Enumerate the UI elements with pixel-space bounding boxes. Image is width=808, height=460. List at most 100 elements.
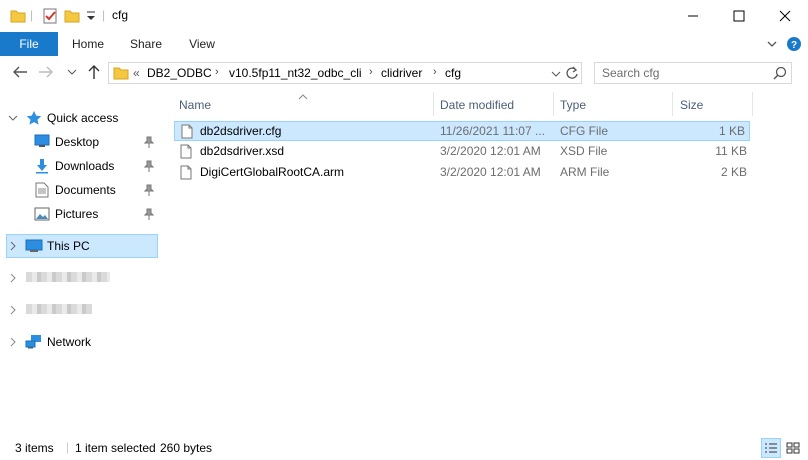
details-view-button[interactable] xyxy=(761,438,781,458)
computer-icon xyxy=(25,239,43,256)
column-header-date[interactable]: Date modified xyxy=(440,94,514,116)
refresh-icon[interactable] xyxy=(565,66,579,83)
back-button[interactable] xyxy=(10,62,30,82)
pictures-icon xyxy=(34,207,50,224)
column-divider[interactable] xyxy=(752,92,753,116)
status-selection: 1 item selected xyxy=(75,441,156,455)
column-divider[interactable] xyxy=(553,92,554,116)
column-header-name[interactable]: Name xyxy=(179,94,211,116)
breadcrumb-cfg[interactable]: cfg xyxy=(445,66,461,80)
nav-item-documents[interactable]: Documents xyxy=(55,179,116,201)
address-bar[interactable]: « DB2_ODBC › v10.5fp11_nt32_odbc_cli › c… xyxy=(108,62,582,84)
tab-share[interactable]: Share xyxy=(120,32,172,56)
svg-text:?: ? xyxy=(791,40,797,51)
close-button[interactable] xyxy=(762,0,808,32)
column-header-type[interactable]: Type xyxy=(560,94,586,116)
chevron-right-icon[interactable] xyxy=(8,273,18,286)
chevron-right-icon[interactable] xyxy=(8,337,18,350)
title-bar: | | cfg xyxy=(0,0,808,32)
network-icon xyxy=(25,334,43,353)
large-icons-view-icon xyxy=(786,442,800,454)
desktop-icon xyxy=(34,134,50,151)
file-icon xyxy=(181,124,193,142)
maximize-icon xyxy=(733,10,745,22)
column-divider[interactable] xyxy=(433,92,434,116)
table-row[interactable]: db2dsdriver.xsd 3/2/2020 12:01 AM XSD Fi… xyxy=(174,142,750,162)
ribbon: File Home Share View ? xyxy=(0,32,808,56)
details-view-icon xyxy=(765,443,777,453)
documents-icon xyxy=(35,182,49,201)
star-icon xyxy=(26,110,42,129)
quick-toolbar-dropdown-icon[interactable] xyxy=(86,9,96,26)
tab-home[interactable]: Home xyxy=(62,32,114,56)
expand-ribbon-icon[interactable] xyxy=(766,38,778,53)
tab-view[interactable]: View xyxy=(176,32,228,56)
file-date: 3/2/2020 12:01 AM xyxy=(440,165,541,179)
status-item-count: 3 items xyxy=(15,441,54,455)
nav-this-pc[interactable]: This PC xyxy=(47,235,90,257)
nav-item-desktop[interactable]: Desktop xyxy=(55,131,99,153)
nav-item-downloads[interactable]: Downloads xyxy=(55,155,114,177)
chevron-down-icon[interactable] xyxy=(8,113,18,126)
up-button[interactable] xyxy=(84,62,104,82)
recent-locations-button[interactable] xyxy=(62,62,82,82)
column-header-size[interactable]: Size xyxy=(680,94,703,116)
pin-icon[interactable] xyxy=(143,184,155,199)
search-icon[interactable] xyxy=(773,66,787,83)
folder-icon xyxy=(113,66,129,83)
column-divider[interactable] xyxy=(672,92,673,116)
pin-icon[interactable] xyxy=(143,160,155,175)
file-date: 11/26/2021 11:07 ... xyxy=(440,124,545,138)
file-type: CFG File xyxy=(560,124,608,138)
chevron-down-icon xyxy=(67,69,77,75)
downloads-icon xyxy=(34,158,50,177)
file-size: 1 KB xyxy=(718,124,745,138)
breadcrumb-separator-icon[interactable]: › xyxy=(369,66,373,78)
table-row[interactable]: DigiCertGlobalRootCA.arm 3/2/2020 12:01 … xyxy=(174,163,750,183)
maximize-button[interactable] xyxy=(716,0,762,32)
breadcrumb-clidriver[interactable]: clidriver xyxy=(381,66,422,80)
pin-icon[interactable] xyxy=(143,208,155,223)
breadcrumb-version[interactable]: v10.5fp11_nt32_odbc_cli xyxy=(229,66,362,80)
chevron-right-icon[interactable] xyxy=(8,305,18,318)
nav-quick-access[interactable]: Quick access xyxy=(47,107,118,129)
file-size: 11 KB xyxy=(715,144,747,158)
file-icon xyxy=(180,144,192,162)
navigation-row: « DB2_ODBC › v10.5fp11_nt32_odbc_cli › c… xyxy=(0,56,808,90)
nav-item-pictures[interactable]: Pictures xyxy=(55,203,98,225)
window-title: cfg xyxy=(112,8,129,22)
navigation-pane: Quick access Desktop Downloads Documents… xyxy=(0,90,160,430)
separator-icon: | xyxy=(30,8,34,22)
file-icon xyxy=(180,165,192,183)
properties-icon[interactable] xyxy=(42,8,58,27)
new-folder-icon[interactable] xyxy=(64,8,80,27)
arrow-left-icon xyxy=(13,66,27,78)
file-size: 2 KB xyxy=(720,165,747,179)
tab-file[interactable]: File xyxy=(0,32,58,56)
status-divider: | xyxy=(66,440,70,454)
forward-button[interactable] xyxy=(36,62,56,82)
file-type: ARM File xyxy=(560,165,610,179)
address-dropdown-icon[interactable] xyxy=(551,68,561,82)
chevron-right-icon[interactable] xyxy=(8,241,18,254)
redacted-nav-item[interactable] xyxy=(26,304,92,314)
close-icon xyxy=(779,10,791,22)
pin-icon[interactable] xyxy=(143,136,155,151)
nav-network[interactable]: Network xyxy=(47,331,91,353)
help-icon[interactable]: ? xyxy=(786,36,802,55)
file-name: db2dsdriver.xsd xyxy=(200,144,285,158)
minimize-button[interactable] xyxy=(670,0,716,32)
search-input[interactable]: Search cfg xyxy=(594,62,792,84)
status-bar: 3 items | 1 item selected 260 bytes xyxy=(0,436,808,460)
breadcrumb-overflow[interactable]: « xyxy=(133,66,140,80)
breadcrumb-db2-odbc[interactable]: DB2_ODBC xyxy=(147,66,212,80)
file-name: DigiCertGlobalRootCA.arm xyxy=(200,165,345,179)
folder-icon xyxy=(10,8,26,27)
search-placeholder: Search cfg xyxy=(602,66,660,80)
file-name: db2dsdriver.cfg xyxy=(200,124,282,138)
table-row[interactable]: db2dsdriver.cfg 11/26/2021 11:07 ... CFG… xyxy=(174,121,750,141)
large-icons-view-button[interactable] xyxy=(783,438,803,458)
redacted-nav-item[interactable] xyxy=(26,272,110,282)
breadcrumb-separator-icon[interactable]: › xyxy=(215,66,219,78)
breadcrumb-separator-icon[interactable]: › xyxy=(433,66,437,78)
